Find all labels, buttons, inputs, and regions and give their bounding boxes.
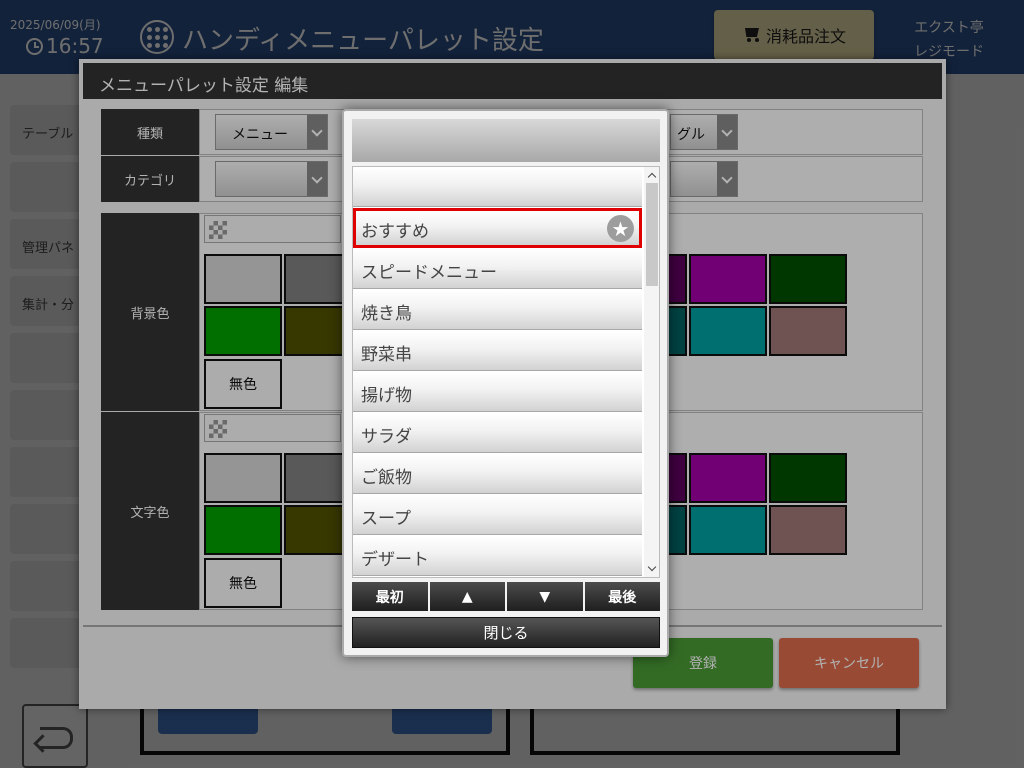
star-icon: ★ [607,215,634,242]
picker-nav-row: 最初 ▲ ▼ 最後 [352,582,660,611]
list-item-label: ご飯物 [361,468,412,488]
list-item-label: 焼き鳥 [361,304,412,324]
list-item[interactable]: サラダ [353,413,642,453]
page-down-button[interactable]: ▼ [507,582,583,611]
list-item[interactable]: 揚げ物 [353,372,642,412]
list-item-label: スピードメニュー [361,263,497,283]
list-item-label: デザート [361,550,429,570]
list-item-selected[interactable]: おすすめ ★ [353,208,642,248]
page-up-button[interactable]: ▲ [429,582,505,611]
picker-header [352,119,660,162]
list-item[interactable]: スピードメニュー [353,249,642,289]
list-item[interactable]: ご飯物 [353,454,642,494]
scroll-up-icon[interactable] [644,167,659,183]
list-item-label: サラダ [361,427,412,447]
list-item[interactable]: 野菜串 [353,331,642,371]
first-page-button[interactable]: 最初 [352,582,428,611]
picker-list: おすすめ ★ スピードメニュー 焼き鳥 野菜串 揚げ物 サラダ ご飯物 スープ … [352,166,660,578]
list-item[interactable]: デザート [353,536,642,576]
list-item-label: おすすめ [361,222,429,242]
list-item[interactable] [353,167,642,207]
last-page-button[interactable]: 最後 [584,582,660,611]
scroll-down-icon[interactable] [644,561,659,577]
scroll-thumb[interactable] [646,183,658,286]
list-item[interactable]: スープ [353,495,642,535]
list-item-label: スープ [361,509,411,529]
close-button[interactable]: 閉じる [352,617,660,648]
list-item-label: 野菜串 [361,345,412,365]
list-item-label: 揚げ物 [361,386,412,406]
list-scrollbar[interactable] [644,167,659,577]
category-picker-popup: おすすめ ★ スピードメニュー 焼き鳥 野菜串 揚げ物 サラダ ご飯物 スープ … [342,109,669,657]
list-item[interactable]: 焼き鳥 [353,290,642,330]
